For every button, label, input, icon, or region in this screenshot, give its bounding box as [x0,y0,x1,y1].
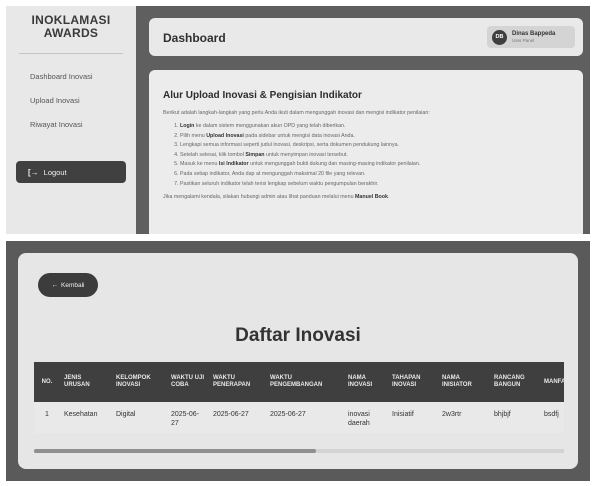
column-header-nama-inovasi[interactable]: NAMA INOVASI [344,362,388,402]
column-header-rancang-bangun[interactable]: RANCANG BANGUN [490,362,540,402]
list-title: Daftar Inovasi [235,325,361,346]
upload-guide-card: Alur Upload Inovasi & Pengisian Indikato… [149,70,583,234]
avatar: DB [492,29,507,45]
column-header-manfaat-inovasi[interactable]: MANFAAT INOVASI [540,362,564,402]
logout-icon: [→ [28,167,39,177]
cell-no: 1 [34,402,60,433]
dashboard-window: INOKLAMASI AWARDS Dashboard Inovasi Uplo… [6,6,590,234]
user-role: User Panel [512,37,535,43]
column-header-nama-inisiator[interactable]: NAMA INISIATOR [438,362,490,402]
cell-waktu-penerapan: 2025-06-27 [209,402,266,433]
guide-title: Alur Upload Inovasi & Pengisian Indikato… [163,90,362,101]
cell-tahapan-inovasi: Inisiatif [388,402,438,433]
guide-intro: Berikut adalah langkah-langkah yang perl… [163,110,430,116]
guide-step: Pastikan seluruh indikator telah terisi … [180,180,569,190]
back-label: Kembali [61,281,85,289]
table-horizontal-scrollbar[interactable] [34,449,564,453]
guide-step: Masuk ke menu Isi Indikator untuk mengun… [180,160,569,170]
cell-jenis-urusan: Kesehatan [60,402,112,433]
cell-waktu-pengembangan: 2025-06-27 [266,402,344,433]
inovasi-list-card: ← Kembali Daftar Inovasi NO. JENIS URUSA… [18,253,578,469]
column-header-kelompok-inovasi[interactable]: KELOMPOK INOVASI [112,362,167,402]
guide-step: Login ke dalam sistem menggunakan akun O… [180,122,569,132]
guide-step: Pilih menu Upload Inovasi pada sidebar u… [180,132,569,142]
cell-nama-inisiator: 2w3rtr [438,402,490,433]
column-header-tahapan-inovasi[interactable]: TAHAPAN INOVASI [388,362,438,402]
logo-line-2: AWARDS [43,26,99,40]
sidebar: INOKLAMASI AWARDS Dashboard Inovasi Uplo… [6,6,136,234]
guide-steps: Login ke dalam sistem menggunakan akun O… [163,122,569,189]
manual-book-link[interactable]: Manuel Book [355,194,388,200]
user-name: Dinas Bappeda [512,30,556,37]
user-profile-chip[interactable]: DB Dinas Bappeda User Panel [487,26,575,48]
guide-step: Lengkapi semua informasi seperti judul i… [180,141,569,151]
inovasi-table: NO. JENIS URUSAN KELOMPOK INOVASI WAKTU … [34,362,564,433]
column-header-no[interactable]: NO. [34,362,60,402]
column-header-waktu-pengembangan[interactable]: WAKTU PENGEMBANGAN [266,362,344,402]
page-title: Dashboard [163,31,226,45]
page-header: Dashboard DB Dinas Bappeda User Panel [149,18,583,56]
sidebar-item-riwayat-inovasi[interactable]: Riwayat Inovasi [30,120,83,129]
column-header-waktu-penerapan[interactable]: WAKTU PENERAPAN [209,362,266,402]
sidebar-item-upload-inovasi[interactable]: Upload Inovasi [30,96,80,105]
list-window: ← Kembali Daftar Inovasi NO. JENIS URUSA… [6,241,590,481]
cell-waktu-uji-coba: 2025-06-27 [167,402,209,433]
table-row[interactable]: 1 Kesehatan Digital 2025-06-27 2025-06-2… [34,402,564,433]
guide-step: Setelah selesai, klik tombol Simpan untu… [180,151,569,161]
inovasi-table-container: NO. JENIS URUSAN KELOMPOK INOVASI WAKTU … [34,362,564,452]
cell-nama-inovasi: inovasi daerah [344,402,388,433]
column-header-waktu-uji-coba[interactable]: WAKTU UJI COBA [167,362,209,402]
scrollbar-thumb[interactable] [34,449,316,453]
arrow-left-icon: ← [51,281,59,289]
cell-manfaat-inovasi: bsdfj [540,402,564,433]
cell-rancang-bangun: bhjbjf [490,402,540,433]
app-logo[interactable]: INOKLAMASI AWARDS [6,14,136,40]
logout-label: Logout [43,167,67,177]
cell-kelompok-inovasi: Digital [112,402,167,433]
table-header-row: NO. JENIS URUSAN KELOMPOK INOVASI WAKTU … [34,362,564,402]
back-button[interactable]: ← Kembali [38,273,98,297]
guide-step: Pada setiap indikator, Anda dap at mengu… [180,170,569,180]
sidebar-item-dashboard-inovasi[interactable]: Dashboard Inovasi [30,72,93,81]
logout-button[interactable]: [→ Logout [16,161,126,183]
column-header-jenis-urusan[interactable]: JENIS URUSAN [60,362,112,402]
guide-footer: Jika mengalami kendala, silakan hubungi … [163,194,390,201]
sidebar-divider [19,53,123,54]
